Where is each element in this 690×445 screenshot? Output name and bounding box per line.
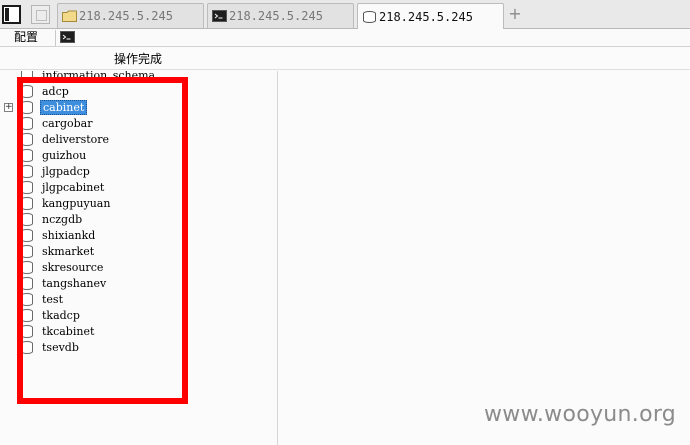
watermark: www.wooyun.org [484,402,677,427]
content-pane [279,71,690,445]
toolbar-divider [55,30,56,46]
expand-toggle-icon[interactable]: + [4,103,13,112]
panel-toggle-icon[interactable] [2,5,21,24]
tab-label: 218.245.5.245 [379,9,473,24]
status-bar: 操作完成 [0,48,690,70]
config-menu[interactable]: 配置 [14,30,38,45]
red-highlight-box [17,77,188,404]
window-icon[interactable] [31,5,50,24]
tab-folder[interactable]: 218.245.5.245 [57,3,204,28]
tab-terminal[interactable]: 218.245.5.245 [207,3,354,28]
database-icon [363,10,376,23]
terminal-icon[interactable] [60,31,75,43]
tab-label: 218.245.5.245 [79,9,173,23]
tab-label: 218.245.5.245 [229,9,323,23]
terminal-icon [212,10,227,22]
tab-database[interactable]: 218.245.5.245 [357,3,504,29]
toolbar: 配置 [0,29,690,47]
folder-icon [62,10,77,22]
add-tab-button[interactable]: + [507,5,523,23]
tab-bar: 218.245.5.245 218.245.5.245 218.245.5.24… [0,0,690,29]
status-message: 操作完成 [114,52,163,66]
